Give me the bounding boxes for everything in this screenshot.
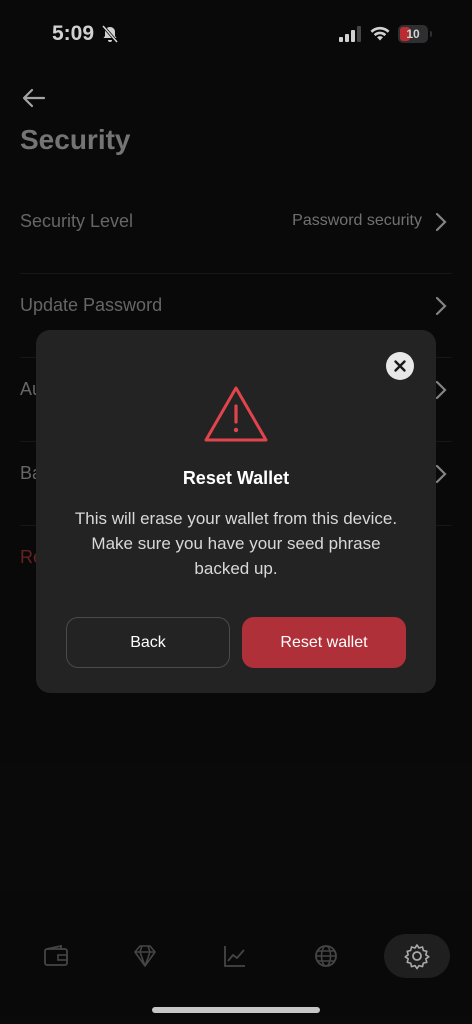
close-button[interactable] xyxy=(386,352,414,380)
modal-message: This will erase your wallet from this de… xyxy=(74,509,398,578)
reset-wallet-modal: Reset Wallet This will erase your wallet… xyxy=(36,330,436,693)
modal-title: Reset Wallet xyxy=(182,468,290,488)
close-icon xyxy=(394,360,406,372)
reset-wallet-button[interactable]: Reset wallet xyxy=(242,617,406,668)
back-button[interactable]: Back xyxy=(66,617,230,668)
warning-triangle-icon xyxy=(204,386,268,442)
